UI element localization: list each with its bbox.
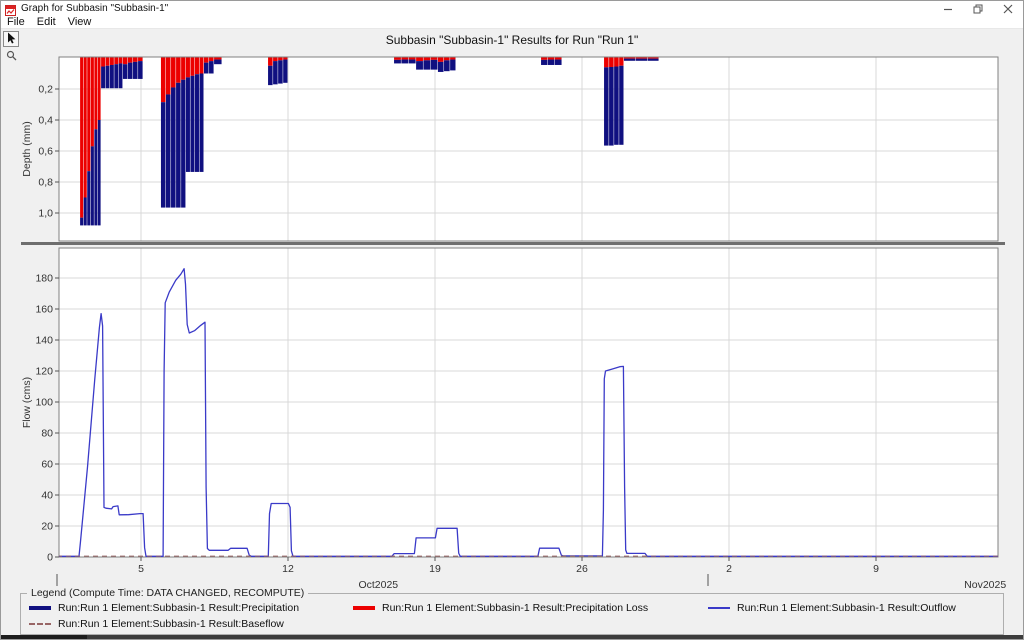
svg-text:12: 12 xyxy=(282,563,294,575)
legend-box: Legend (Compute Time: DATA CHANGED, RECO… xyxy=(20,593,1004,635)
svg-text:Oct2025: Oct2025 xyxy=(358,579,398,591)
svg-text:100: 100 xyxy=(35,397,53,409)
svg-text:2: 2 xyxy=(726,563,732,575)
svg-text:5: 5 xyxy=(138,563,144,575)
legend-item-precipitation: Run:Run 1 Element:Subbasin-1 Result:Prec… xyxy=(29,602,299,614)
window-controls xyxy=(933,1,1023,16)
svg-text:0: 0 xyxy=(47,552,53,564)
window-bottom-edge xyxy=(1,635,1023,639)
svg-text:140: 140 xyxy=(35,335,53,347)
svg-text:1,0: 1,0 xyxy=(38,208,53,220)
svg-text:Nov2025: Nov2025 xyxy=(964,579,1006,591)
menu-file[interactable]: File xyxy=(1,16,31,28)
svg-text:9: 9 xyxy=(873,563,879,575)
window-title: Graph for Subbasin "Subbasin-1" xyxy=(21,3,168,14)
svg-text:180: 180 xyxy=(35,273,53,285)
svg-text:Flow (cms): Flow (cms) xyxy=(21,377,33,428)
close-button[interactable] xyxy=(993,1,1023,16)
menu-view[interactable]: View xyxy=(62,16,98,28)
titlebar[interactable]: Graph for Subbasin "Subbasin-1" xyxy=(1,1,1023,16)
hms-graph-window: Graph for Subbasin "Subbasin-1" File Edi… xyxy=(0,0,1024,640)
svg-text:26: 26 xyxy=(576,563,588,575)
app-icon xyxy=(5,3,16,14)
baseflow-swatch xyxy=(29,623,51,625)
menubar: File Edit View xyxy=(1,16,1023,29)
precipitation-loss-swatch xyxy=(353,606,375,610)
svg-text:0,8: 0,8 xyxy=(38,177,53,189)
svg-text:160: 160 xyxy=(35,304,53,316)
zoom-tool-button[interactable] xyxy=(3,48,19,64)
svg-text:60: 60 xyxy=(41,459,53,471)
restore-button[interactable] xyxy=(963,1,993,16)
svg-text:0,4: 0,4 xyxy=(38,115,53,127)
outflow-swatch xyxy=(708,607,730,609)
legend-title: Legend (Compute Time: DATA CHANGED, RECO… xyxy=(27,587,308,599)
tool-column xyxy=(1,30,21,639)
legend-item-baseflow: Run:Run 1 Element:Subbasin-1 Result:Base… xyxy=(29,618,284,630)
results-chart[interactable]: 0,2 0,4 0,6 0,8 1,0 0 20 40 60 80 100 120 140 160 180 5… xyxy=(21,47,1007,593)
svg-text:120: 120 xyxy=(35,366,53,378)
svg-text:20: 20 xyxy=(41,521,53,533)
magnifier-icon xyxy=(6,49,17,64)
svg-text:0,6: 0,6 xyxy=(38,146,53,158)
svg-text:Depth (mm): Depth (mm) xyxy=(21,121,33,176)
graph-panel: Subbasin "Subbasin-1" Results for Run "R… xyxy=(1,30,1023,639)
pointer-icon xyxy=(6,32,17,47)
legend-label: Run:Run 1 Element:Subbasin-1 Result:Outf… xyxy=(737,602,956,614)
legend-label: Run:Run 1 Element:Subbasin-1 Result:Prec… xyxy=(58,602,299,614)
chart-title: Subbasin "Subbasin-1" Results for Run "R… xyxy=(21,33,1003,47)
svg-text:19: 19 xyxy=(429,563,441,575)
menu-edit[interactable]: Edit xyxy=(31,16,62,28)
svg-text:40: 40 xyxy=(41,490,53,502)
precipitation-swatch xyxy=(29,606,51,610)
legend-label: Run:Run 1 Element:Subbasin-1 Result:Base… xyxy=(58,618,284,630)
svg-text:80: 80 xyxy=(41,428,53,440)
legend-label: Run:Run 1 Element:Subbasin-1 Result:Prec… xyxy=(382,602,648,614)
pointer-tool-button[interactable] xyxy=(3,31,19,47)
legend-item-outflow: Run:Run 1 Element:Subbasin-1 Result:Outf… xyxy=(708,602,956,614)
minimize-button[interactable] xyxy=(933,1,963,16)
svg-text:0,2: 0,2 xyxy=(38,84,53,96)
legend-item-precipitation-loss: Run:Run 1 Element:Subbasin-1 Result:Prec… xyxy=(353,602,648,614)
